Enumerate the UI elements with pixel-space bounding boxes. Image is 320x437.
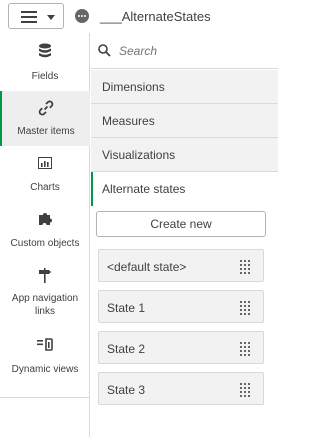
sidebar-item-label: Dynamic views (11, 364, 79, 375)
section-label: Measures (102, 114, 155, 128)
link-icon (38, 100, 54, 116)
create-new-button[interactable]: Create new (96, 211, 266, 237)
drag-handle-icon[interactable] (240, 301, 250, 315)
sidebar-item-master-items[interactable]: Master items (0, 91, 90, 146)
section-label: Dimensions (102, 80, 165, 94)
assets-sidebar: Fields Master items Charts Custom object… (0, 33, 90, 397)
app-title: ___AlternateStates (100, 9, 211, 24)
state-label: <default state> (107, 260, 187, 274)
list-item[interactable]: State 1 (98, 290, 264, 323)
section-dimensions[interactable]: Dimensions (91, 70, 278, 104)
puzzle-icon (39, 213, 52, 225)
sidebar-item-app-navigation-links[interactable]: App navigation links (0, 257, 90, 328)
section-visualizations[interactable]: Visualizations (91, 138, 278, 172)
sidebar-item-label: Master items (17, 126, 75, 137)
sidebar-footer (0, 397, 90, 437)
sidebar-item-label: Charts (30, 182, 60, 193)
sidebar-item-charts[interactable]: Charts (0, 146, 90, 202)
drag-handle-icon[interactable] (240, 342, 250, 356)
section-label: Visualizations (102, 148, 176, 162)
sidebar-item-label: App navigation links (11, 293, 79, 317)
sidebar-item-label: Fields (31, 71, 59, 82)
search-icon (98, 44, 111, 57)
drag-handle-icon[interactable] (240, 383, 250, 397)
database-icon (39, 43, 51, 58)
search-input[interactable] (119, 42, 269, 60)
state-label: State 2 (107, 342, 146, 356)
state-label: State 1 (107, 301, 146, 315)
list-item[interactable]: State 2 (98, 331, 264, 364)
sidebar-item-fields[interactable]: Fields (0, 33, 90, 91)
chevron-down-icon (47, 15, 55, 20)
main-menu-button[interactable] (8, 3, 64, 29)
section-measures[interactable]: Measures (91, 104, 278, 138)
dynamic-views-icon (37, 338, 53, 351)
signpost-icon (39, 268, 51, 283)
sidebar-item-dynamic-views[interactable]: Dynamic views (0, 328, 90, 384)
section-label: Alternate states (102, 182, 186, 196)
hamburger-icon (21, 11, 37, 23)
list-item[interactable]: State 3 (98, 372, 264, 405)
more-options-icon[interactable] (75, 9, 89, 23)
top-bar: ___AlternateStates (0, 0, 278, 33)
list-item[interactable]: <default state> (98, 249, 264, 282)
state-label: State 3 (107, 383, 146, 397)
sidebar-item-label: Custom objects (10, 238, 80, 249)
drag-handle-icon[interactable] (240, 260, 250, 274)
section-alternate-states[interactable]: Alternate states (91, 172, 278, 206)
bar-chart-icon (38, 157, 52, 169)
sidebar-item-custom-objects[interactable]: Custom objects (0, 202, 90, 257)
